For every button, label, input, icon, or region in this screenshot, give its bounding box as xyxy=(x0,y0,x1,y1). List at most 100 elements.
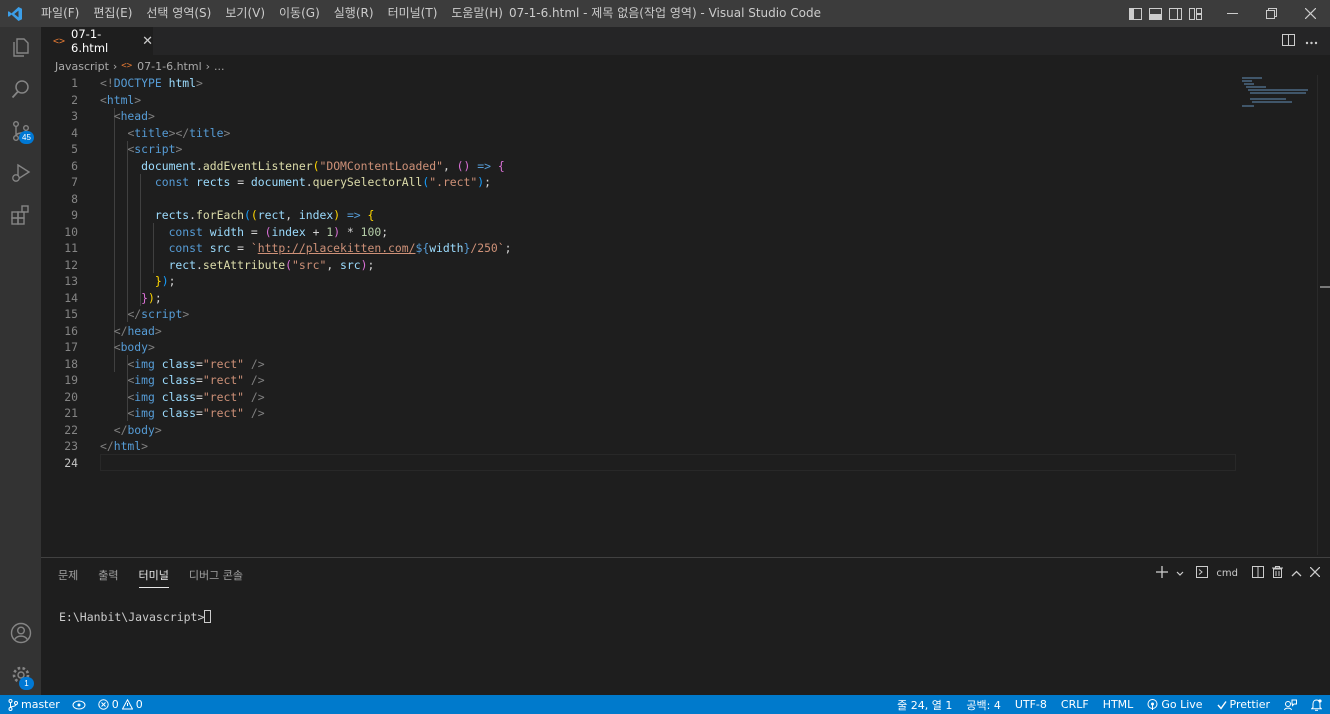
warning-count: 0 xyxy=(135,698,143,711)
breadcrumb-more[interactable]: ... xyxy=(214,60,225,73)
menu-view[interactable]: 보기(V) xyxy=(218,0,272,27)
tab-output[interactable]: 출력 xyxy=(98,563,118,588)
code-line: 22 </body> xyxy=(64,422,162,437)
code-line: 20 <img class="rect" /> xyxy=(64,389,265,404)
code-line: 19 <img class="rect" /> xyxy=(64,373,265,387)
go-live-button[interactable]: Go Live xyxy=(1147,698,1203,711)
html-file-icon: <> xyxy=(53,35,66,47)
vscode-logo-icon xyxy=(0,0,30,27)
source-control-icon[interactable]: 45 xyxy=(0,111,41,151)
feedback-icon[interactable] xyxy=(1284,699,1297,711)
code-line: 16 </head> xyxy=(64,323,162,338)
accounts-icon[interactable] xyxy=(0,613,41,653)
problems-status[interactable]: 0 0 xyxy=(98,698,143,711)
extensions-icon[interactable] xyxy=(0,195,41,235)
notifications-bell-icon[interactable] xyxy=(1311,698,1322,711)
code-line: 14 }); xyxy=(64,290,162,305)
tab-terminal[interactable]: 터미널 xyxy=(138,563,169,588)
code-line: 23 </html> xyxy=(64,439,149,453)
git-branch-icon xyxy=(8,698,18,711)
breadcrumb: Javascript › <> 07-1-6.html › ... xyxy=(55,57,225,75)
menu-run[interactable]: 실행(R) xyxy=(327,0,381,27)
toggle-secondary-sidebar-icon[interactable] xyxy=(1165,0,1185,27)
more-actions-icon[interactable] xyxy=(1305,34,1318,48)
language-mode[interactable]: HTML xyxy=(1103,698,1134,711)
prettier-status[interactable]: Prettier xyxy=(1216,698,1270,711)
code-editor[interactable]: 1 <!DOCTYPE html> 2 <html> 3 <head> 4 <tit… xyxy=(41,75,1330,555)
code-line: 15 </script> xyxy=(64,307,190,321)
terminal-shell-label[interactable]: cmd xyxy=(1216,568,1238,579)
error-count: 0 xyxy=(111,698,119,711)
status-bar: master 0 0 줄 24, 열 1 공백: 4 UTF-8 CRLF HT… xyxy=(0,695,1330,714)
restore-icon[interactable] xyxy=(1252,0,1291,27)
branch-status[interactable]: master xyxy=(8,698,60,711)
code-line: 11 const src = `http://placekitten.com/$… xyxy=(64,241,512,255)
menu-go[interactable]: 이동(G) xyxy=(272,0,327,27)
close-tab-icon[interactable]: ✕ xyxy=(142,34,153,49)
code-line: 8 xyxy=(71,191,78,206)
error-icon xyxy=(98,699,109,710)
cursor-position[interactable]: 줄 24, 열 1 xyxy=(897,697,952,713)
maximize-panel-chevron-up-icon[interactable] xyxy=(1291,566,1302,580)
encoding[interactable]: UTF-8 xyxy=(1015,698,1047,711)
code-line: 21 <img class="rect" /> xyxy=(64,406,265,420)
tab-debug-console[interactable]: 디버그 콘솔 xyxy=(189,563,243,588)
code-line: 13 }); xyxy=(64,274,176,288)
html-file-icon: <> xyxy=(121,61,133,71)
toggle-panel-icon[interactable] xyxy=(1145,0,1165,27)
menu-help[interactable]: 도움말(H) xyxy=(444,0,510,27)
split-terminal-icon[interactable] xyxy=(1252,565,1264,581)
go-live-label: Go Live xyxy=(1161,698,1203,711)
chevron-right-icon: › xyxy=(112,59,118,73)
explorer-icon[interactable] xyxy=(0,27,41,67)
close-window-icon[interactable] xyxy=(1291,0,1330,27)
tab-problems[interactable]: 문제 xyxy=(58,563,78,588)
search-icon[interactable] xyxy=(0,69,41,109)
minimap[interactable] xyxy=(1240,75,1320,115)
terminal-shell-icon[interactable] xyxy=(1196,565,1209,581)
terminal-cursor xyxy=(204,610,212,623)
manage-gear-icon[interactable]: 1 xyxy=(0,655,41,695)
code-line: 6 document.addEventListener("DOMContentL… xyxy=(71,158,505,173)
menu-selection[interactable]: 선택 영역(S) xyxy=(139,0,218,27)
prettier-label: Prettier xyxy=(1229,698,1270,711)
code-line: 2 <html> xyxy=(71,92,142,107)
kill-terminal-trash-icon[interactable] xyxy=(1272,565,1283,581)
menu-file[interactable]: 파일(F) xyxy=(34,0,86,27)
overview-ruler-mark xyxy=(1320,286,1330,288)
indentation[interactable]: 공백: 4 xyxy=(966,697,1000,713)
toggle-primary-sidebar-icon[interactable] xyxy=(1125,0,1145,27)
terminal-output[interactable]: E:\Hanbit\Javascript> xyxy=(59,610,212,624)
new-terminal-plus-icon[interactable] xyxy=(1156,565,1169,581)
terminal-prompt: E:\Hanbit\Javascript> xyxy=(59,610,205,624)
code-line: 12 rect.setAttribute("src", src); xyxy=(64,257,375,272)
breadcrumb-folder[interactable]: Javascript xyxy=(55,60,109,73)
split-editor-icon[interactable] xyxy=(1282,33,1295,49)
customize-layout-icon[interactable] xyxy=(1185,0,1205,27)
run-debug-icon[interactable] xyxy=(0,153,41,193)
vertical-scrollbar[interactable] xyxy=(1317,75,1318,555)
editor-tab-bar: <> 07-1-6.html ✕ xyxy=(41,27,1330,55)
code-line: 9 rects.forEach((rect, index) => { xyxy=(71,208,375,222)
bottom-panel: 문제 출력 터미널 디버그 콘솔 cmd E:\Hanbit\Javascrip… xyxy=(41,557,1330,695)
broadcast-icon xyxy=(1147,699,1158,710)
activity-bar: 45 1 xyxy=(0,27,41,695)
source-control-badge: 45 xyxy=(19,131,34,144)
tab-07-1-6-html[interactable]: <> 07-1-6.html ✕ xyxy=(41,27,153,55)
code-line: 4 <title></title> xyxy=(71,125,231,140)
close-panel-icon[interactable] xyxy=(1309,566,1321,580)
menu-terminal[interactable]: 터미널(T) xyxy=(381,0,445,27)
breadcrumb-file[interactable]: 07-1-6.html xyxy=(137,60,202,73)
code-line: 7 const rects = document.querySelectorAl… xyxy=(71,175,491,189)
minimize-icon[interactable] xyxy=(1213,0,1252,27)
code-line: 17 <body> xyxy=(64,340,155,354)
code-line: 10 const width = (index + 1) * 100; xyxy=(64,224,389,239)
title-bar: 파일(F) 편집(E) 선택 영역(S) 보기(V) 이동(G) 실행(R) 터… xyxy=(0,0,1330,27)
menu-edit[interactable]: 편집(E) xyxy=(86,0,139,27)
end-of-line[interactable]: CRLF xyxy=(1061,698,1089,711)
chevron-right-icon: › xyxy=(205,59,211,73)
sync-icon[interactable] xyxy=(72,700,86,710)
check-icon xyxy=(1216,700,1227,710)
chevron-down-icon[interactable] xyxy=(1176,566,1184,580)
code-line: 18 <img class="rect" /> xyxy=(64,356,265,371)
